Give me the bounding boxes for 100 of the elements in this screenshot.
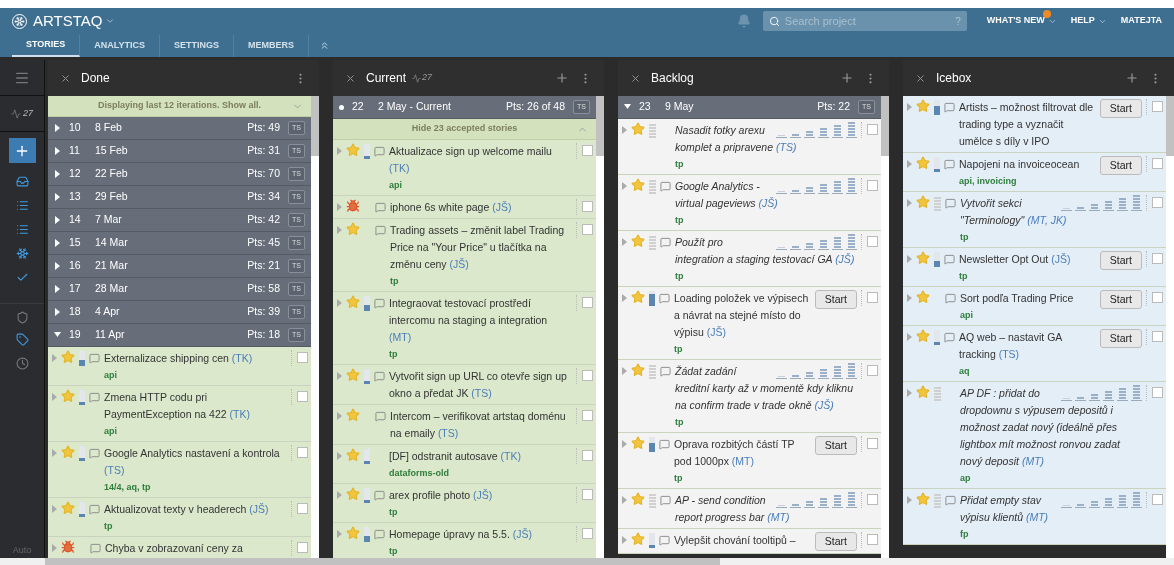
- story-labels[interactable]: tp: [675, 156, 857, 172]
- story-checkbox[interactable]: [1152, 494, 1163, 505]
- story-title[interactable]: Vytvořit sign up URL co otevře sign up okno a předat JK (TS): [389, 368, 572, 402]
- add-icon[interactable]: [1125, 71, 1139, 85]
- expand-icon[interactable]: [907, 255, 912, 263]
- story-title[interactable]: Artists – možnost filtrovat dle trading type a vyznačit umělce s díly v IPO: [959, 99, 1096, 150]
- comment-icon[interactable]: [374, 146, 385, 157]
- disclosure-icon[interactable]: [54, 239, 61, 247]
- estimate-option[interactable]: [1117, 492, 1128, 508]
- story-card[interactable]: Trading assets – změnit label Trading Price na "Your Price" u tlačítka na změnu ceny (JŠ) tp: [333, 219, 596, 292]
- story-labels[interactable]: tp: [389, 504, 572, 520]
- expand-icon[interactable]: [337, 412, 342, 420]
- expand-icon[interactable]: [622, 182, 627, 190]
- story-checkbox[interactable]: [582, 528, 593, 539]
- expand-icon[interactable]: [622, 126, 627, 134]
- story-title[interactable]: AP - send condition report progress bar (MT): [675, 492, 857, 526]
- story-labels[interactable]: dataforms-old: [389, 465, 572, 481]
- disclosure-icon[interactable]: [54, 331, 61, 339]
- estimate-option[interactable]: [832, 363, 843, 379]
- comment-icon[interactable]: [660, 495, 671, 506]
- story-title[interactable]: Chyba v zobrazovaní ceny za: [105, 540, 287, 557]
- expand-icon[interactable]: [337, 452, 342, 460]
- story-card[interactable]: Napojeni na invoiceocean api, invoicing Start: [903, 153, 1166, 192]
- expand-icon[interactable]: [622, 367, 627, 375]
- disclosure-icon[interactable]: [54, 262, 61, 270]
- expand-icon[interactable]: [622, 536, 627, 544]
- comment-icon[interactable]: [89, 392, 100, 403]
- comment-icon[interactable]: [945, 198, 956, 209]
- story-labels[interactable]: tp: [104, 518, 287, 534]
- story-labels[interactable]: 14/4, aq, tp: [104, 479, 287, 495]
- story-checkbox[interactable]: [867, 494, 878, 505]
- story-card[interactable]: [DF] odstranit autosave (TK) dataforms-old: [333, 445, 596, 484]
- story-card[interactable]: Artists – možnost filtrovat dle trading type a vyznačit umělce s díly v IPO Start: [903, 96, 1166, 153]
- story-title[interactable]: Sort podľa Trading Price: [960, 290, 1096, 307]
- estimate-option[interactable]: [832, 234, 843, 250]
- story-checkbox[interactable]: [1152, 292, 1163, 303]
- disclosure-icon[interactable]: [54, 216, 61, 224]
- story-title[interactable]: Homepage úpravy na 5.5. (JŠ): [389, 526, 572, 543]
- story-labels[interactable]: api, invoicing: [959, 173, 1096, 189]
- story-card[interactable]: arex profile photo (JŠ) tp: [333, 484, 596, 523]
- story-card[interactable]: Externalizace shipping cen (TK) api: [48, 347, 311, 386]
- comment-icon[interactable]: [89, 353, 100, 364]
- inbox-icon[interactable]: [15, 174, 29, 188]
- story-title[interactable]: Vylepšit chování tooltipů –: [674, 532, 811, 549]
- comment-icon[interactable]: [660, 366, 671, 377]
- expand-icon[interactable]: [622, 294, 627, 302]
- list-icon[interactable]: [15, 222, 29, 236]
- story-card[interactable]: AP DF : přidat do dropdownu s výpusem depositů i možnost zadat nový (ideálně přes lightbox mít možnost ronvou zadat nový deposit (MT) ap: [903, 382, 1166, 489]
- estimate-option[interactable]: [1117, 385, 1128, 401]
- expand-icon[interactable]: [337, 530, 342, 538]
- nav-link[interactable]: WHAT'S NEW: [986, 14, 1045, 28]
- story-title[interactable]: Aktualizovat texty v headerech (JŠ): [104, 501, 287, 518]
- story-checkbox[interactable]: [297, 391, 308, 402]
- story-title[interactable]: Externalizace shipping cen (TK): [104, 350, 287, 367]
- story-labels[interactable]: tp: [959, 268, 1096, 284]
- story-title[interactable]: [DF] odstranit autosave (TK): [389, 448, 572, 465]
- story-checkbox[interactable]: [582, 201, 593, 212]
- start-button[interactable]: Start: [814, 290, 857, 309]
- comment-icon[interactable]: [374, 529, 385, 540]
- start-button[interactable]: Start: [1099, 329, 1142, 348]
- close-icon[interactable]: [60, 72, 71, 84]
- story-labels[interactable]: tp: [675, 414, 857, 430]
- expand-icon[interactable]: [622, 238, 627, 246]
- story-card[interactable]: Žádat zadání kreditní karty až v momentě kdy kliknu na confirm trade v trade okně (JŠ) tp: [618, 360, 881, 433]
- story-labels[interactable]: api: [104, 423, 287, 439]
- story-title[interactable]: Loading položek ve výpisech a návrat na stejné místo do výpisu (JŠ): [674, 290, 811, 341]
- nav-link[interactable]: HELP: [1070, 14, 1095, 28]
- expand-icon[interactable]: [52, 544, 57, 552]
- story-card[interactable]: Newsletter Opt Out (JŠ) tp Start: [903, 248, 1166, 287]
- estimate-option[interactable]: [1117, 195, 1128, 211]
- story-title[interactable]: Oprava rozbitých částí TP pod 1000px (MT): [674, 436, 811, 470]
- expand-icon[interactable]: [907, 160, 912, 168]
- expand-icon[interactable]: [52, 449, 57, 457]
- start-button[interactable]: Start: [1099, 99, 1142, 118]
- story-title[interactable]: iphone 6s white page (JŠ): [390, 199, 572, 216]
- caret-icon[interactable]: [105, 16, 116, 26]
- story-card[interactable]: Přidat empty stav výpisu klientů (MT) fp: [903, 489, 1166, 545]
- story-card[interactable]: Vylepšit chování tooltipů – Start: [618, 529, 881, 554]
- expand-icon[interactable]: [907, 389, 912, 397]
- comment-icon[interactable]: [375, 225, 386, 236]
- comment-icon[interactable]: [374, 298, 385, 309]
- story-card[interactable]: Aktualizace sign up welcome mailu (TK) api: [333, 140, 596, 196]
- expand-icon[interactable]: [52, 393, 57, 401]
- story-checkbox[interactable]: [1152, 387, 1163, 398]
- story-checkbox[interactable]: [582, 145, 593, 156]
- story-card[interactable]: Sort podľa Trading Price api Start: [903, 287, 1166, 326]
- story-labels[interactable]: aq: [959, 363, 1096, 379]
- tag-icon[interactable]: [15, 332, 29, 346]
- disclosure-icon[interactable]: [54, 285, 61, 293]
- story-labels[interactable]: fp: [960, 526, 1142, 542]
- story-title[interactable]: Newsletter Opt Out (JŠ): [959, 251, 1096, 268]
- story-checkbox[interactable]: [582, 450, 593, 461]
- story-labels[interactable]: tp: [389, 346, 572, 362]
- comment-icon[interactable]: [944, 254, 955, 265]
- estimate-option[interactable]: [846, 234, 857, 250]
- story-checkbox[interactable]: [582, 370, 593, 381]
- expand-icon[interactable]: [907, 103, 912, 111]
- expand-icon[interactable]: [337, 372, 342, 380]
- disclosure-icon[interactable]: [54, 170, 61, 178]
- start-button[interactable]: Start: [814, 436, 857, 455]
